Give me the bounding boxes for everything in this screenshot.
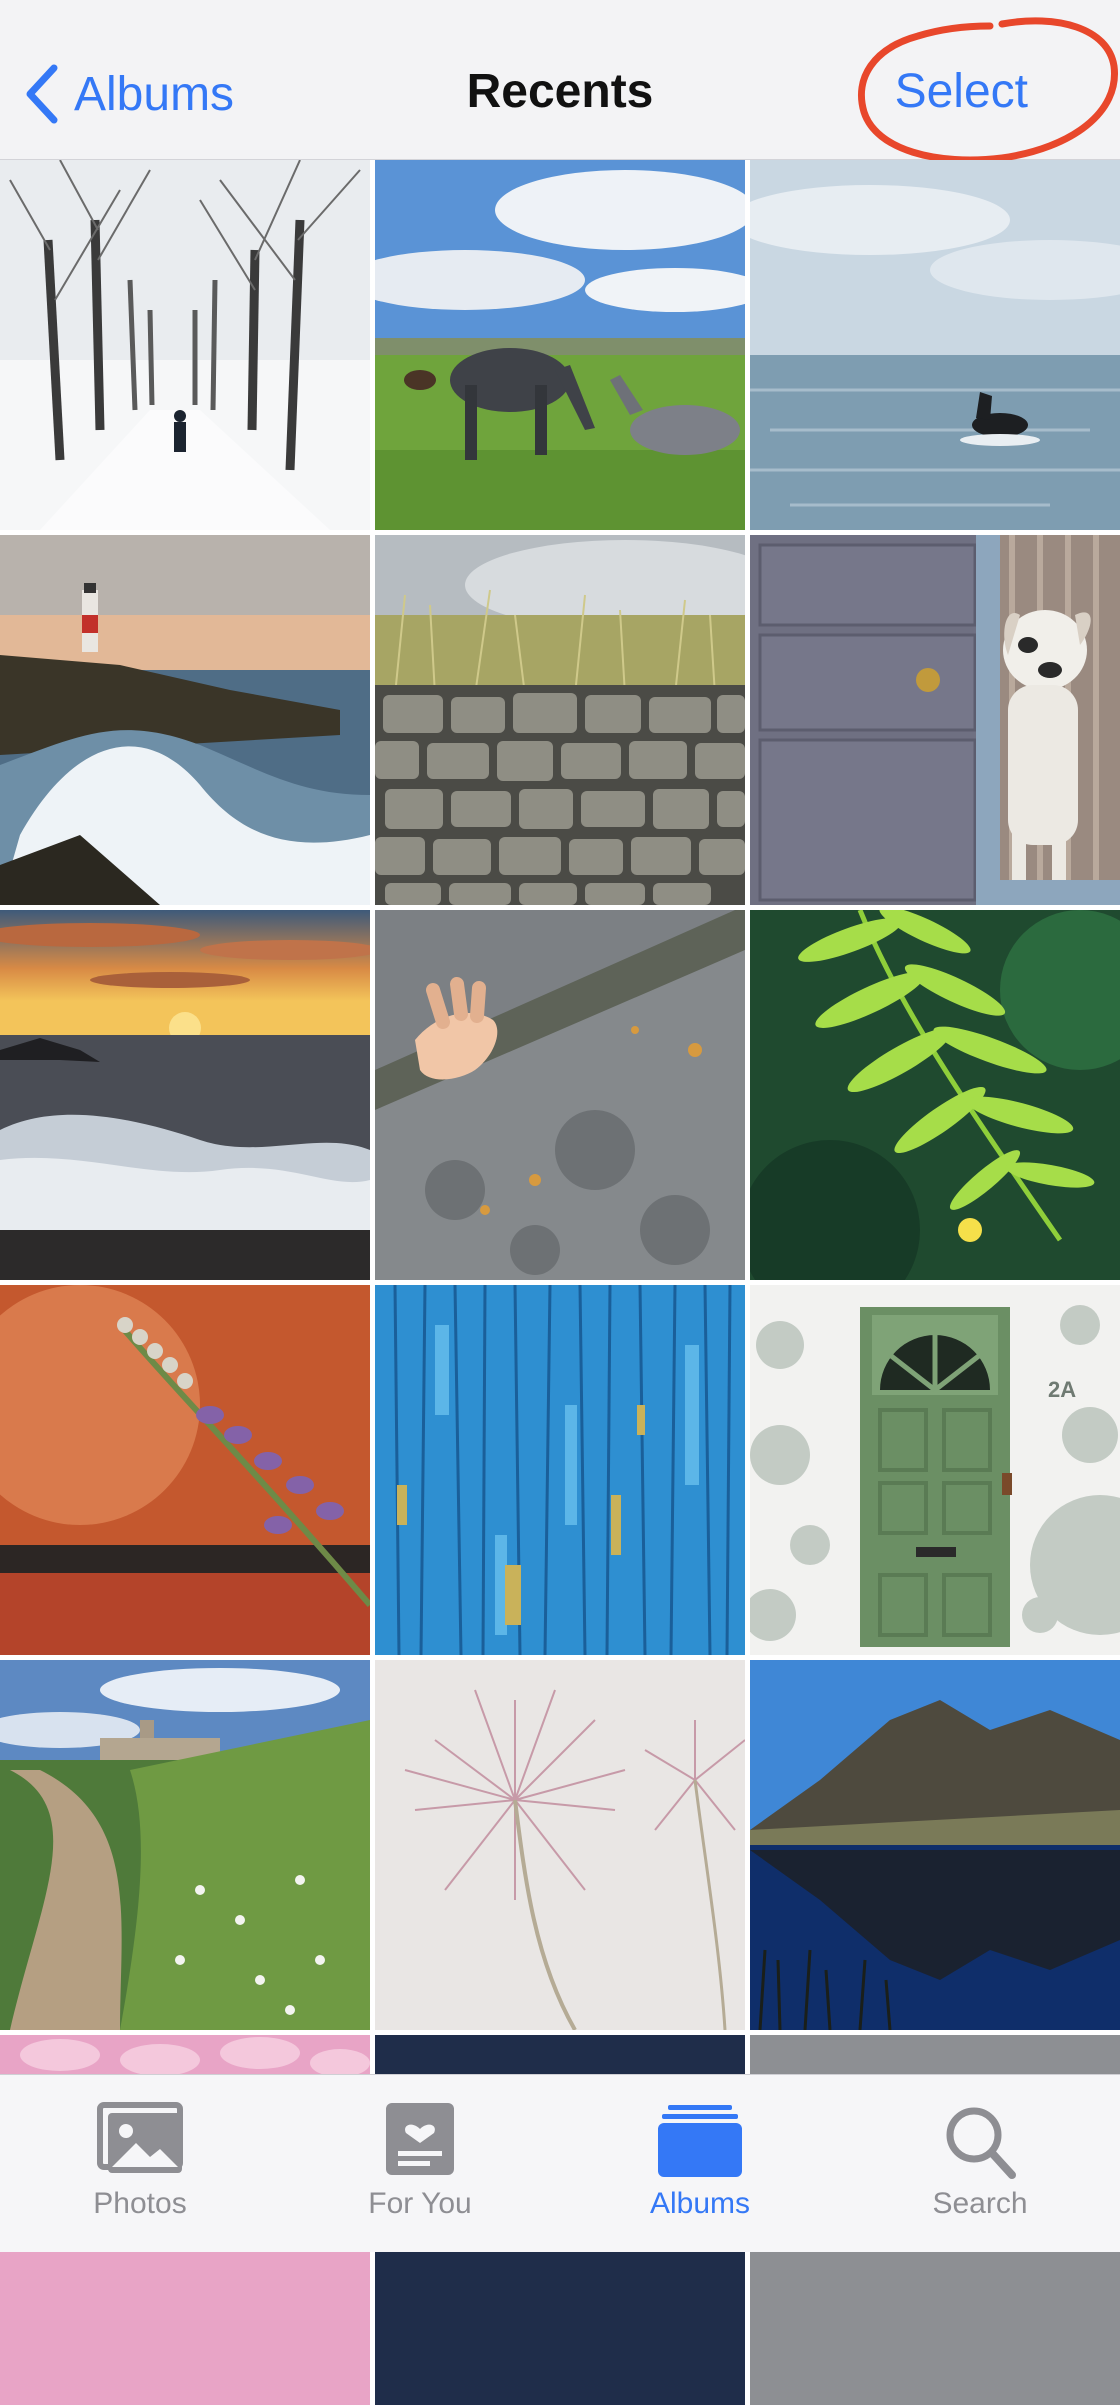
photos-icon	[97, 2102, 183, 2173]
photo-dog-in-sea	[750, 160, 1120, 530]
photo-country-path	[0, 1660, 370, 2030]
photo-mountain-lake	[750, 1660, 1120, 2030]
for-you-icon	[386, 2103, 454, 2175]
photo-fern	[750, 910, 1120, 1280]
photo-horses	[375, 160, 745, 530]
photo-thumbnail[interactable]	[0, 1285, 370, 1655]
photo-thumbnail[interactable]	[750, 160, 1120, 530]
photo-thumbnail[interactable]	[0, 910, 370, 1280]
photo-dog-at-door	[750, 535, 1120, 905]
tab-albums[interactable]: Albums	[560, 2075, 840, 2252]
tab-search[interactable]: Search	[840, 2075, 1120, 2252]
photo-allium	[375, 1660, 745, 2030]
photo-stone-wall	[375, 535, 745, 905]
photo-thumbnail[interactable]	[375, 1660, 745, 2030]
back-button-label: Albums	[74, 67, 235, 121]
chevron-left-icon	[26, 64, 58, 124]
photo-thumbnail[interactable]	[375, 535, 745, 905]
photo-flower-red-wall	[0, 1285, 370, 1655]
photo-thumbnail[interactable]	[0, 1660, 370, 2030]
door-number-text: 2A	[1048, 1377, 1076, 1402]
tab-for-you[interactable]: For You	[280, 2075, 560, 2252]
tab-bar: Photos For You Albums Search	[0, 2074, 1120, 2252]
photo-thumbnail[interactable]	[375, 910, 745, 1280]
albums-icon	[658, 2105, 742, 2177]
navigation-bar: Albums Recents Select	[0, 0, 1120, 160]
photo-lighthouse	[0, 535, 370, 905]
photo-thumbnail[interactable]	[750, 535, 1120, 905]
photo-grid: 2A	[0, 160, 1120, 2405]
photo-snowy-avenue	[0, 160, 370, 530]
back-button[interactable]: Albums	[22, 58, 234, 130]
photo-thumbnail[interactable]	[0, 160, 370, 530]
tab-for-you-label: For You	[368, 2187, 472, 2220]
search-icon	[946, 2107, 1016, 2179]
photo-thumbnail[interactable]	[750, 1660, 1120, 2030]
tab-photos-label: Photos	[93, 2187, 187, 2220]
tab-search-label: Search	[932, 2187, 1028, 2220]
photo-thumbnail[interactable]	[0, 535, 370, 905]
select-button[interactable]: Select	[895, 64, 1028, 119]
photo-hand-on-rock	[375, 910, 745, 1280]
photo-sunset-waves	[0, 910, 370, 1280]
tab-photos[interactable]: Photos	[0, 2075, 280, 2252]
photo-thumbnail[interactable]	[375, 1285, 745, 1655]
photo-thumbnail[interactable]	[750, 910, 1120, 1280]
photo-thumbnail[interactable]	[375, 160, 745, 530]
tab-albums-label: Albums	[649, 2187, 751, 2220]
photo-thumbnail[interactable]: 2A	[750, 1285, 1120, 1655]
photo-green-door: 2A	[750, 1285, 1120, 1655]
photo-blue-paint	[375, 1285, 745, 1655]
